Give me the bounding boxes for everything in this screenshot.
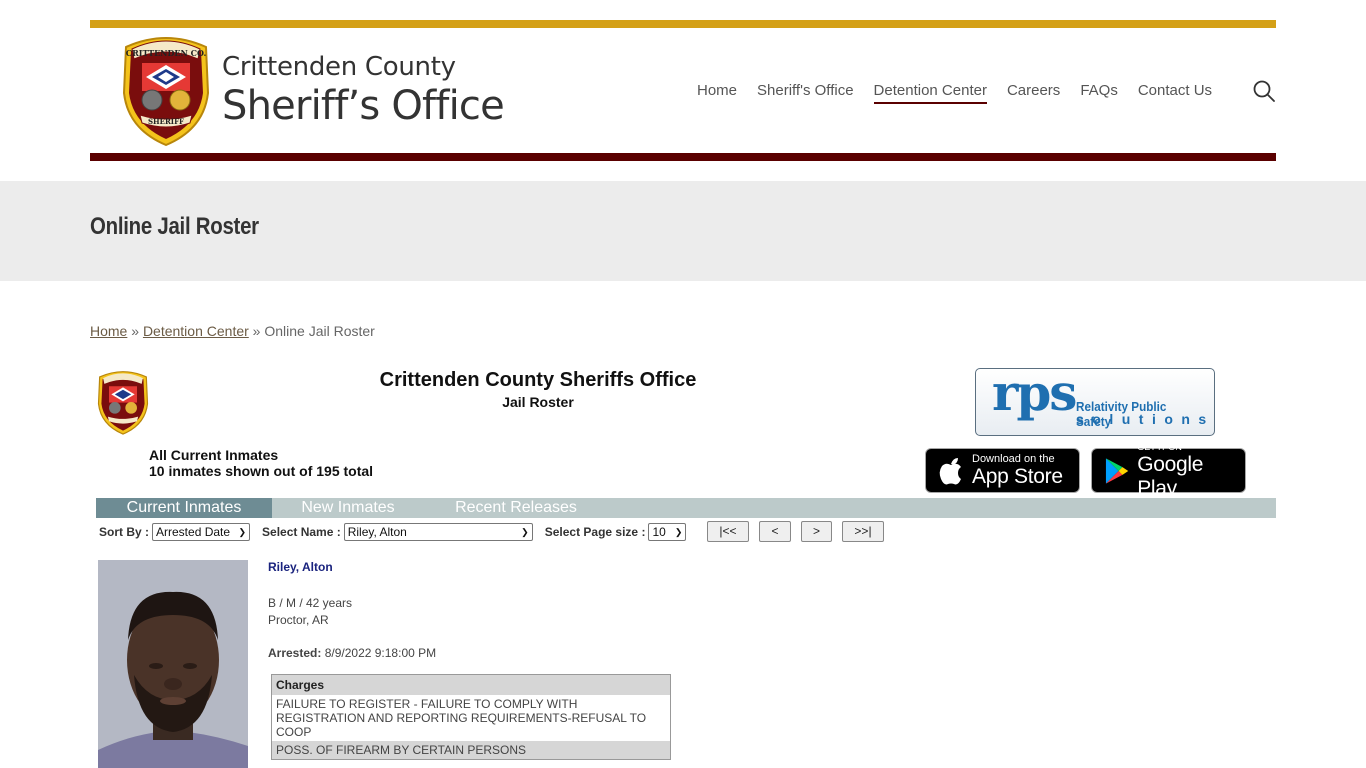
- breadcrumb-current: Online Jail Roster: [264, 323, 375, 339]
- breadcrumb-detention-center[interactable]: Detention Center: [143, 323, 249, 339]
- nav-careers[interactable]: Careers: [1007, 81, 1060, 104]
- nav-detention-center[interactable]: Detention Center: [873, 81, 987, 104]
- charges-header: Charges: [272, 675, 670, 695]
- previous-page-button[interactable]: <: [759, 521, 791, 542]
- roster-subtitle: Jail Roster: [502, 394, 574, 410]
- tab-recent-releases[interactable]: Recent Releases: [436, 498, 596, 518]
- inmate-demographics-block: B / M / 42 years Proctor, AR: [268, 595, 352, 629]
- roster-list-label: All Current Inmates: [149, 447, 279, 463]
- svg-text:SHERIFF: SHERIFF: [148, 117, 184, 126]
- google-play-line2: Google Play: [1137, 452, 1204, 500]
- vendor-tagline: solutions: [1076, 411, 1215, 427]
- inmate-name-link[interactable]: Riley, Alton: [268, 560, 333, 574]
- last-page-button[interactable]: >>|: [842, 521, 884, 542]
- select-name-label: Select Name :: [262, 525, 341, 539]
- sort-by-value: Arrested Date: [156, 525, 231, 539]
- breadcrumb-separator: »: [248, 323, 265, 339]
- chevron-down-icon: ❯: [521, 526, 529, 537]
- app-store-button[interactable]: Download on the App Store: [925, 448, 1080, 493]
- charges-table: Charges FAILURE TO REGISTER - FAILURE TO…: [271, 674, 671, 760]
- google-play-button[interactable]: GET IT ON Google Play: [1091, 442, 1246, 500]
- roster-org-title: Crittenden County Sheriffs Office: [379, 369, 697, 391]
- select-name-select[interactable]: Riley, Alton ❯: [343, 523, 533, 541]
- sheriff-badge-icon: CRITTENDEN CO. SHERIFF: [122, 37, 210, 147]
- page: CRITTENDEN CO. SHERIFF Crittenden County…: [0, 0, 1366, 768]
- tab-current-inmates[interactable]: Current Inmates: [96, 498, 272, 518]
- google-play-line1: GET IT ON: [1137, 441, 1182, 452]
- search-icon[interactable]: [1252, 79, 1276, 103]
- nav-contact-us[interactable]: Contact Us: [1138, 81, 1212, 104]
- site-name-line1: Crittenden County: [222, 52, 456, 82]
- breadcrumb: Home » Detention Center » Online Jail Ro…: [90, 323, 375, 339]
- inmate-location: Proctor, AR: [268, 613, 329, 627]
- main-nav: Home Sheriff's Office Detention Center C…: [697, 81, 1232, 104]
- apple-icon: [939, 457, 961, 484]
- nav-sheriffs-office[interactable]: Sheriff's Office: [757, 81, 854, 104]
- header-top-bar: [90, 20, 1276, 28]
- app-store-line2: App Store: [972, 464, 1063, 488]
- breadcrumb-separator: »: [127, 323, 143, 339]
- page-size-value: 10: [652, 525, 666, 539]
- next-page-button[interactable]: >: [801, 521, 832, 542]
- page-size-select[interactable]: 10 ❯: [648, 523, 687, 541]
- site-logo[interactable]: CRITTENDEN CO. SHERIFF Crittenden County…: [118, 33, 505, 147]
- vendor-logo[interactable]: rps Relativity Public Safety solutions: [975, 368, 1215, 436]
- inmate-arrested: Arrested: 8/9/2022 9:18:00 PM: [268, 646, 436, 660]
- charge-row: POSS. OF FIREARM BY CERTAIN PERSONS: [272, 741, 670, 759]
- page-size-label: Select Page size :: [544, 525, 646, 539]
- site-name: Crittenden County Sheriff’s Office: [222, 51, 505, 129]
- arrested-value: 8/9/2022 9:18:00 PM: [324, 646, 437, 660]
- roster-controls: Sort By : Arrested Date ❯ Select Name : …: [99, 522, 687, 542]
- roster-summary: All Current Inmates 10 inmates shown out…: [149, 447, 373, 479]
- svg-text:CRITTENDEN CO.: CRITTENDEN CO.: [126, 48, 207, 58]
- inmate-demographics: B / M / 42 years: [268, 596, 353, 610]
- arrested-label: Arrested:: [268, 646, 322, 660]
- inmate-photo-image: [98, 560, 248, 768]
- app-store-line1: Download on the: [972, 452, 1055, 465]
- first-page-button[interactable]: |<<: [707, 521, 749, 542]
- nav-home[interactable]: Home: [697, 81, 737, 104]
- tab-new-inmates[interactable]: New Inmates: [272, 498, 424, 518]
- select-name-value: Riley, Alton: [347, 525, 407, 539]
- google-play-icon: [1105, 457, 1129, 484]
- site-name-line2: Sheriff’s Office: [222, 83, 505, 129]
- page-title: Online Jail Roster: [90, 213, 259, 240]
- vendor-abbr: rps: [992, 368, 1077, 422]
- header-bottom-bar: [90, 153, 1276, 161]
- breadcrumb-home[interactable]: Home: [90, 323, 127, 339]
- sort-by-select[interactable]: Arrested Date ❯: [152, 523, 251, 541]
- chevron-down-icon: ❯: [238, 526, 247, 537]
- inmate-photo[interactable]: [98, 560, 248, 768]
- nav-faqs[interactable]: FAQs: [1080, 81, 1118, 104]
- roster-count: 10 inmates shown out of 195 total: [149, 463, 374, 479]
- chevron-down-icon: ❯: [674, 526, 683, 537]
- sort-by-label: Sort By :: [99, 525, 150, 539]
- roster-tabs: Current Inmates New Inmates Recent Relea…: [96, 498, 1276, 518]
- charge-row: FAILURE TO REGISTER - FAILURE TO COMPLY …: [276, 697, 647, 739]
